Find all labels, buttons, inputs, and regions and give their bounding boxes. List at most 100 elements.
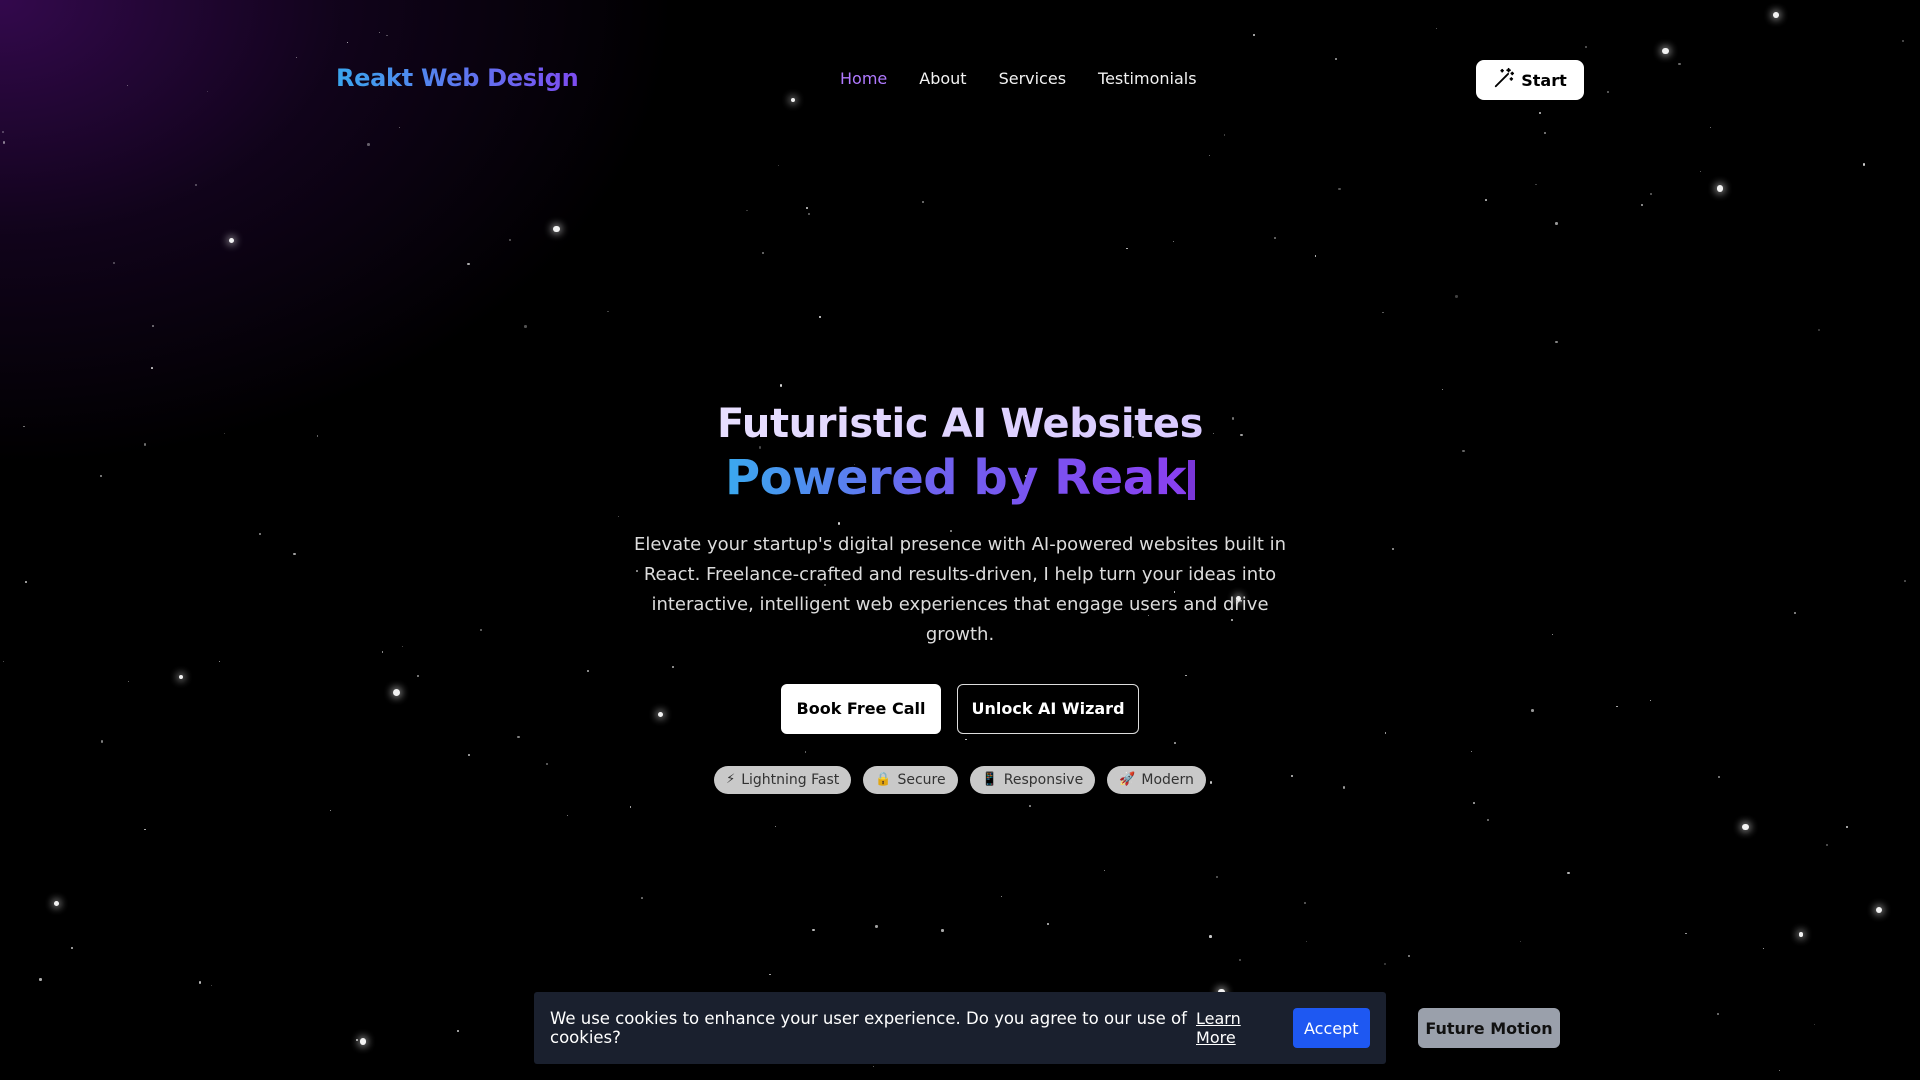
star <box>112 261 116 265</box>
star <box>641 897 643 900</box>
start-button-label: Start <box>1521 70 1567 90</box>
star <box>1215 875 1218 878</box>
brand-logo[interactable]: Reakt Web Design <box>336 64 579 92</box>
star <box>1455 295 1458 298</box>
star <box>1441 389 1444 391</box>
star <box>774 825 777 828</box>
star <box>1484 198 1487 201</box>
feature-pills: ⚡ Lightning Fast 🔒 Secure 📱 Responsive 🚀… <box>0 765 1920 794</box>
feature-pill-modern: 🚀 Modern <box>1107 765 1206 794</box>
star <box>746 209 748 212</box>
star <box>567 814 569 816</box>
star <box>808 212 811 216</box>
star <box>1172 241 1174 243</box>
lock-icon: 🔒 <box>875 772 892 788</box>
hero-section: Futuristic AI Websites Powered by Reak E… <box>0 400 1920 794</box>
star <box>629 806 632 809</box>
star <box>39 978 42 981</box>
star <box>1304 901 1307 904</box>
star <box>779 384 783 387</box>
star <box>70 946 74 950</box>
feature-pill-label: Modern <box>1141 771 1194 788</box>
star <box>151 367 154 369</box>
book-free-call-button[interactable]: Book Free Call <box>781 683 941 734</box>
star <box>1305 940 1308 943</box>
star <box>54 901 59 907</box>
star <box>1818 328 1821 331</box>
accept-cookies-button[interactable]: Accept <box>1292 1008 1370 1048</box>
star <box>143 828 146 831</box>
star <box>1473 802 1475 804</box>
star <box>875 925 878 928</box>
star <box>1000 895 1003 897</box>
hero-subtitle: Elevate your startup's digital presence … <box>633 533 1287 645</box>
future-motion-button[interactable]: Future Motion <box>1418 1008 1560 1048</box>
star <box>199 981 202 984</box>
star <box>1685 932 1687 935</box>
star <box>1567 871 1570 875</box>
cookie-message: We use cookies to enhance your user expe… <box>550 1009 1187 1047</box>
star <box>769 973 771 976</box>
feature-pill-responsive: 📱 Responsive <box>969 765 1096 794</box>
lightning-icon: ⚡ <box>726 772 736 788</box>
star <box>1384 962 1387 965</box>
star <box>1519 940 1522 943</box>
star <box>1716 1013 1719 1016</box>
star <box>819 316 821 318</box>
nav-link-home[interactable]: Home <box>840 69 887 88</box>
star <box>359 1038 367 1046</box>
typing-caret <box>1188 460 1196 500</box>
feature-pill-lightning-fast: ⚡ Lightning Fast <box>714 765 852 794</box>
star <box>1778 1069 1781 1072</box>
hero-title-typed: Powered by Reak <box>724 450 1187 506</box>
nav-links: Home About Services Testimonials <box>840 69 1197 88</box>
star <box>1555 340 1558 344</box>
magic-wand-icon <box>1493 67 1515 93</box>
star <box>1875 906 1882 913</box>
star <box>524 325 527 328</box>
star <box>151 325 154 327</box>
star <box>1700 171 1702 173</box>
learn-more-link[interactable]: Learn More <box>1196 1009 1277 1047</box>
star <box>509 238 512 241</box>
star <box>1047 922 1050 925</box>
star <box>1555 222 1558 225</box>
star <box>210 985 212 987</box>
star <box>1338 187 1341 191</box>
start-button[interactable]: Start <box>1476 60 1584 100</box>
star <box>812 928 815 931</box>
star <box>1274 237 1276 239</box>
star <box>1382 311 1384 314</box>
star <box>1798 932 1804 938</box>
star <box>1126 248 1128 250</box>
star <box>777 164 779 166</box>
nav-link-testimonials[interactable]: Testimonials <box>1098 69 1197 88</box>
star <box>1640 203 1644 207</box>
star <box>1209 934 1212 938</box>
nav-link-about[interactable]: About <box>919 69 966 88</box>
star <box>228 237 235 244</box>
star <box>1029 805 1031 807</box>
unlock-ai-wizard-button[interactable]: Unlock AI Wizard <box>957 683 1139 734</box>
star <box>195 183 198 186</box>
feature-pill-label: Lightning Fast <box>741 771 840 788</box>
star <box>467 263 470 266</box>
star <box>872 1065 874 1067</box>
star <box>1845 826 1848 829</box>
nav-link-services[interactable]: Services <box>999 69 1066 88</box>
star <box>456 1029 459 1033</box>
star <box>1813 1023 1815 1025</box>
star <box>1486 818 1489 822</box>
cookie-banner: We use cookies to enhance your user expe… <box>534 992 1386 1064</box>
feature-pill-label: Secure <box>897 771 946 788</box>
phone-icon: 📱 <box>981 772 998 788</box>
star <box>1238 958 1241 961</box>
star <box>941 929 944 932</box>
star <box>1826 843 1829 846</box>
star <box>1104 870 1106 872</box>
star <box>1314 255 1317 257</box>
star <box>1407 955 1410 958</box>
star <box>1862 163 1866 166</box>
star <box>1762 948 1764 950</box>
feature-pill-secure: 🔒 Secure <box>863 765 958 794</box>
